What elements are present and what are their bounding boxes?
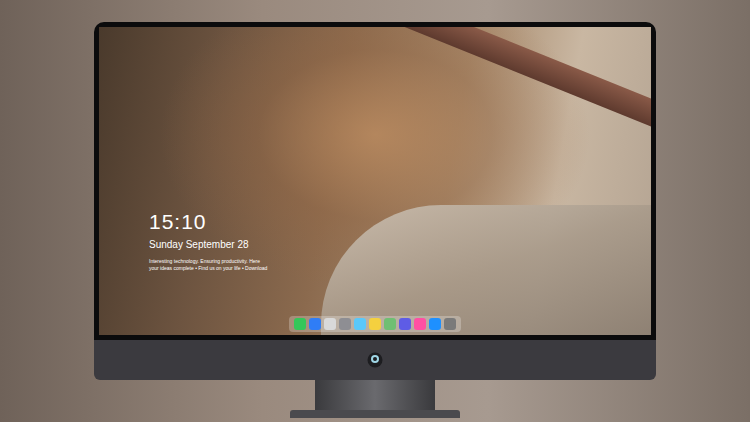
dock-app-icon[interactable] [399, 318, 411, 330]
dock-app-icon[interactable] [414, 318, 426, 330]
dock-app-icon[interactable] [309, 318, 321, 330]
clock-time: 15:10 [149, 210, 267, 234]
dock-app-icon[interactable] [444, 318, 456, 330]
dock-app-icon[interactable] [294, 318, 306, 330]
dock-app-icon[interactable] [354, 318, 366, 330]
monitor: 15:10 Sunday September 28 Interesting tech… [94, 22, 656, 418]
dock-app-icon[interactable] [324, 318, 336, 330]
monitor-base [290, 410, 460, 418]
caption-line: Interesting technology. Ensuring product… [149, 258, 267, 265]
dock-app-icon[interactable] [339, 318, 351, 330]
page: 15:10 Sunday September 28 Interesting tech… [0, 0, 750, 422]
screen-bezel: 15:10 Sunday September 28 Interesting tech… [94, 22, 656, 340]
caption: Interesting technology. Ensuring product… [149, 258, 267, 272]
dock [289, 316, 461, 332]
logo-icon [367, 352, 383, 368]
dock-app-icon[interactable] [429, 318, 441, 330]
desktop-screen: 15:10 Sunday September 28 Interesting tech… [99, 27, 651, 335]
clock-date: Sunday September 28 [149, 238, 267, 252]
monitor-chin [94, 340, 656, 380]
monitor-neck [315, 380, 435, 410]
dock-app-icon[interactable] [384, 318, 396, 330]
caption-line: your ideas complete • Find us on your li… [149, 265, 267, 272]
dock-app-icon[interactable] [369, 318, 381, 330]
lock-clock: 15:10 Sunday September 28 Interesting tech… [149, 210, 267, 272]
